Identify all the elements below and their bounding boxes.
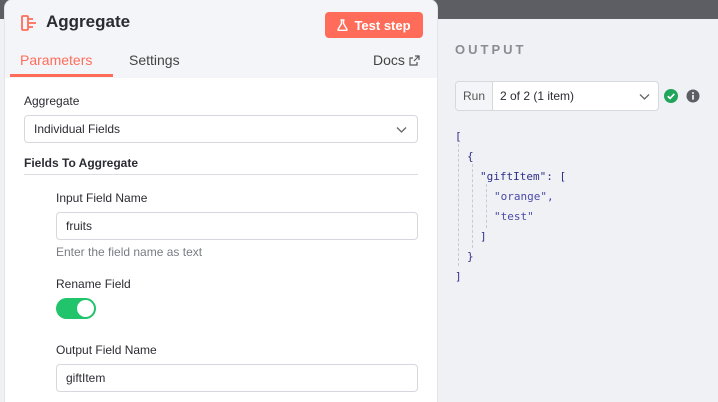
indent-guide — [486, 184, 487, 228]
output-field-name-input[interactable]: giftItem — [56, 364, 418, 392]
json-line: { — [467, 150, 474, 163]
aggregate-icon — [21, 15, 36, 31]
node-title: Aggregate — [46, 12, 131, 31]
json-line: "orange", — [494, 190, 554, 203]
external-link-icon — [409, 54, 420, 66]
json-line: } — [467, 250, 474, 263]
chevron-down-icon — [639, 94, 650, 100]
input-field-hint: Enter the field name as text — [56, 245, 203, 259]
section-divider — [24, 174, 418, 175]
rename-field-toggle[interactable] — [56, 298, 96, 319]
aggregate-select[interactable]: Individual Fields — [24, 115, 418, 143]
active-tab-indicator — [10, 74, 113, 77]
run-selector[interactable]: Run 2 of 2 (1 item) — [455, 81, 659, 111]
info-icon[interactable] — [686, 89, 700, 103]
tab-parameters[interactable]: Parameters — [20, 52, 92, 68]
toggle-knob — [77, 300, 94, 317]
input-field-name-label: Input Field Name — [56, 191, 148, 205]
rename-field-label: Rename Field — [56, 277, 131, 291]
test-step-label: Test step — [354, 17, 411, 33]
json-line: [ — [455, 130, 462, 143]
node-parameters-panel: Aggregate Test step Parameters Settings … — [5, 0, 437, 402]
json-line: ] — [455, 270, 462, 283]
aggregate-label: Aggregate — [24, 94, 80, 108]
flask-icon — [337, 19, 349, 31]
indent-guide — [472, 164, 473, 248]
chevron-down-icon — [396, 127, 407, 133]
output-title: OUTPUT — [455, 42, 527, 57]
json-line: "test" — [494, 210, 534, 223]
success-check-icon — [664, 89, 678, 103]
run-selector-value: 2 of 2 (1 item) — [500, 89, 575, 103]
input-field-name-input[interactable]: fruits — [56, 212, 418, 240]
output-field-name-label: Output Field Name — [56, 343, 157, 357]
tab-settings[interactable]: Settings — [129, 52, 180, 68]
run-label: Run — [456, 82, 493, 110]
json-line: "giftItem": [ — [480, 170, 567, 183]
aggregate-select-value: Individual Fields — [34, 122, 121, 136]
json-line: ] — [480, 230, 487, 243]
fields-to-aggregate-title: Fields To Aggregate — [24, 156, 139, 170]
test-step-button[interactable]: Test step — [325, 12, 423, 38]
indent-guide — [458, 144, 459, 266]
docs-label: Docs — [373, 52, 405, 68]
docs-link[interactable]: Docs — [373, 52, 420, 68]
